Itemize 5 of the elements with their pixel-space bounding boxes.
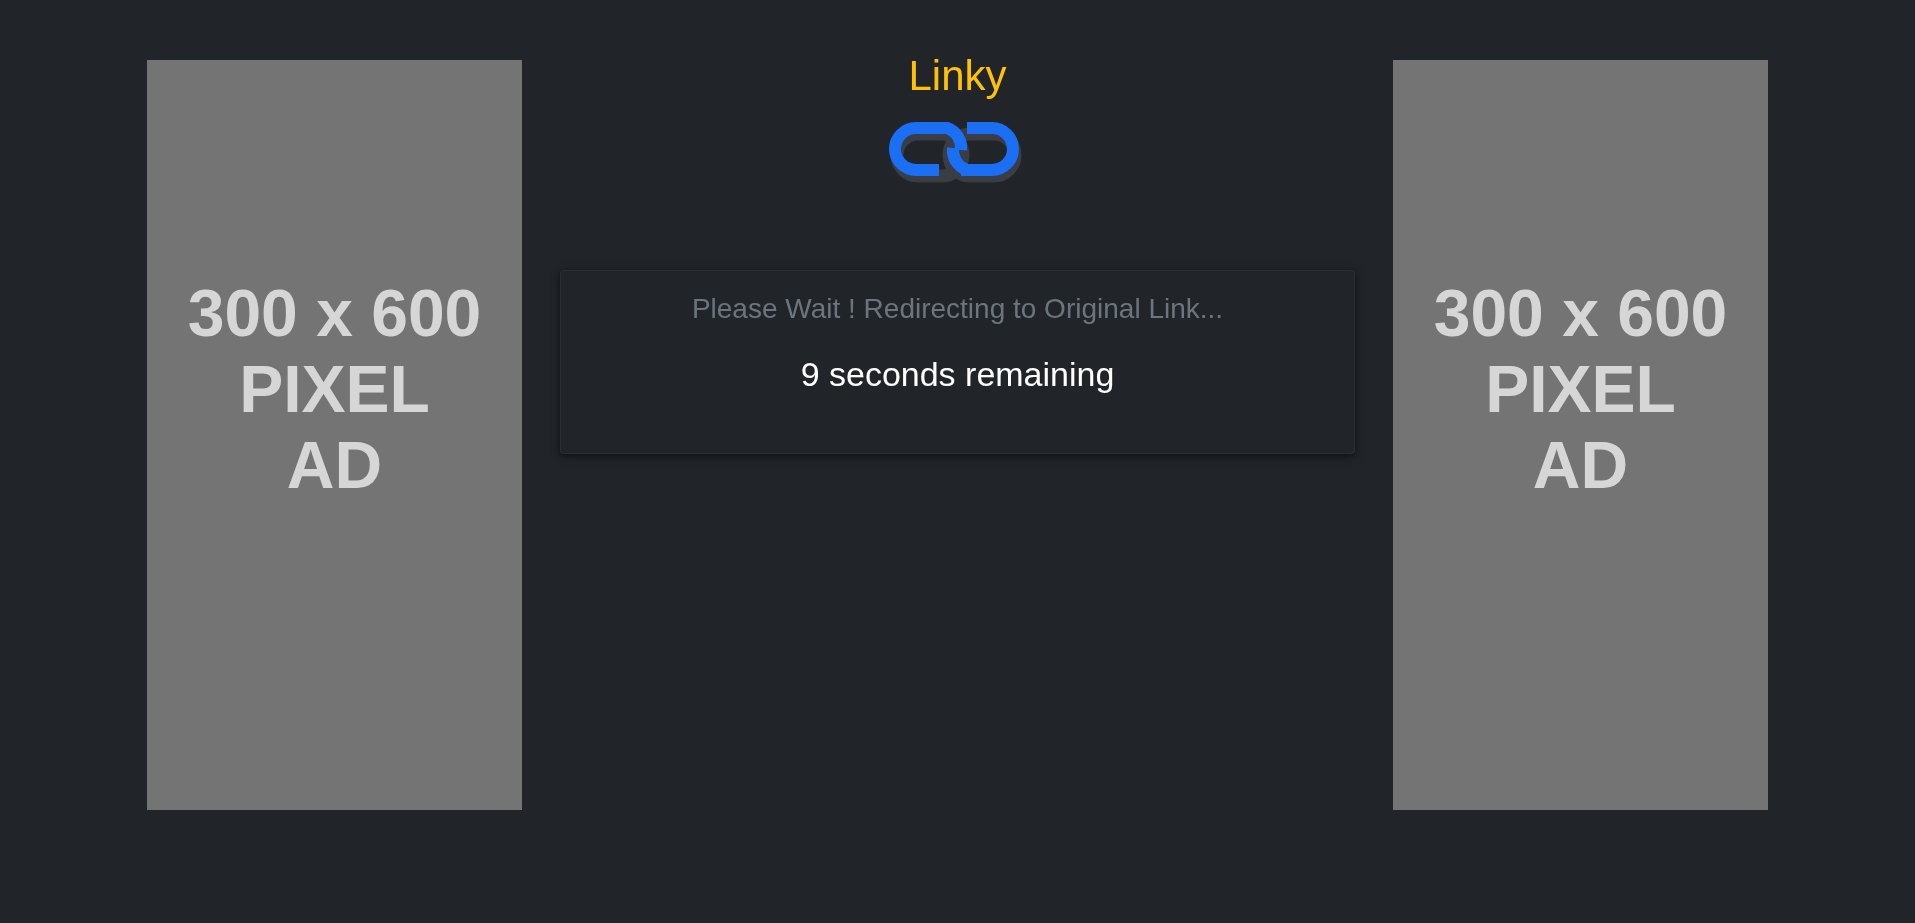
ad-text: 300 x 600 PIXEL AD	[187, 276, 482, 504]
redirect-message: Please Wait ! Redirecting to Original Link...	[691, 293, 1224, 325]
ad-text: 300 x 600 PIXEL AD	[1433, 276, 1728, 504]
countdown-text: 9 seconds remaining	[800, 355, 1115, 394]
site-title: Linky	[908, 52, 1007, 100]
